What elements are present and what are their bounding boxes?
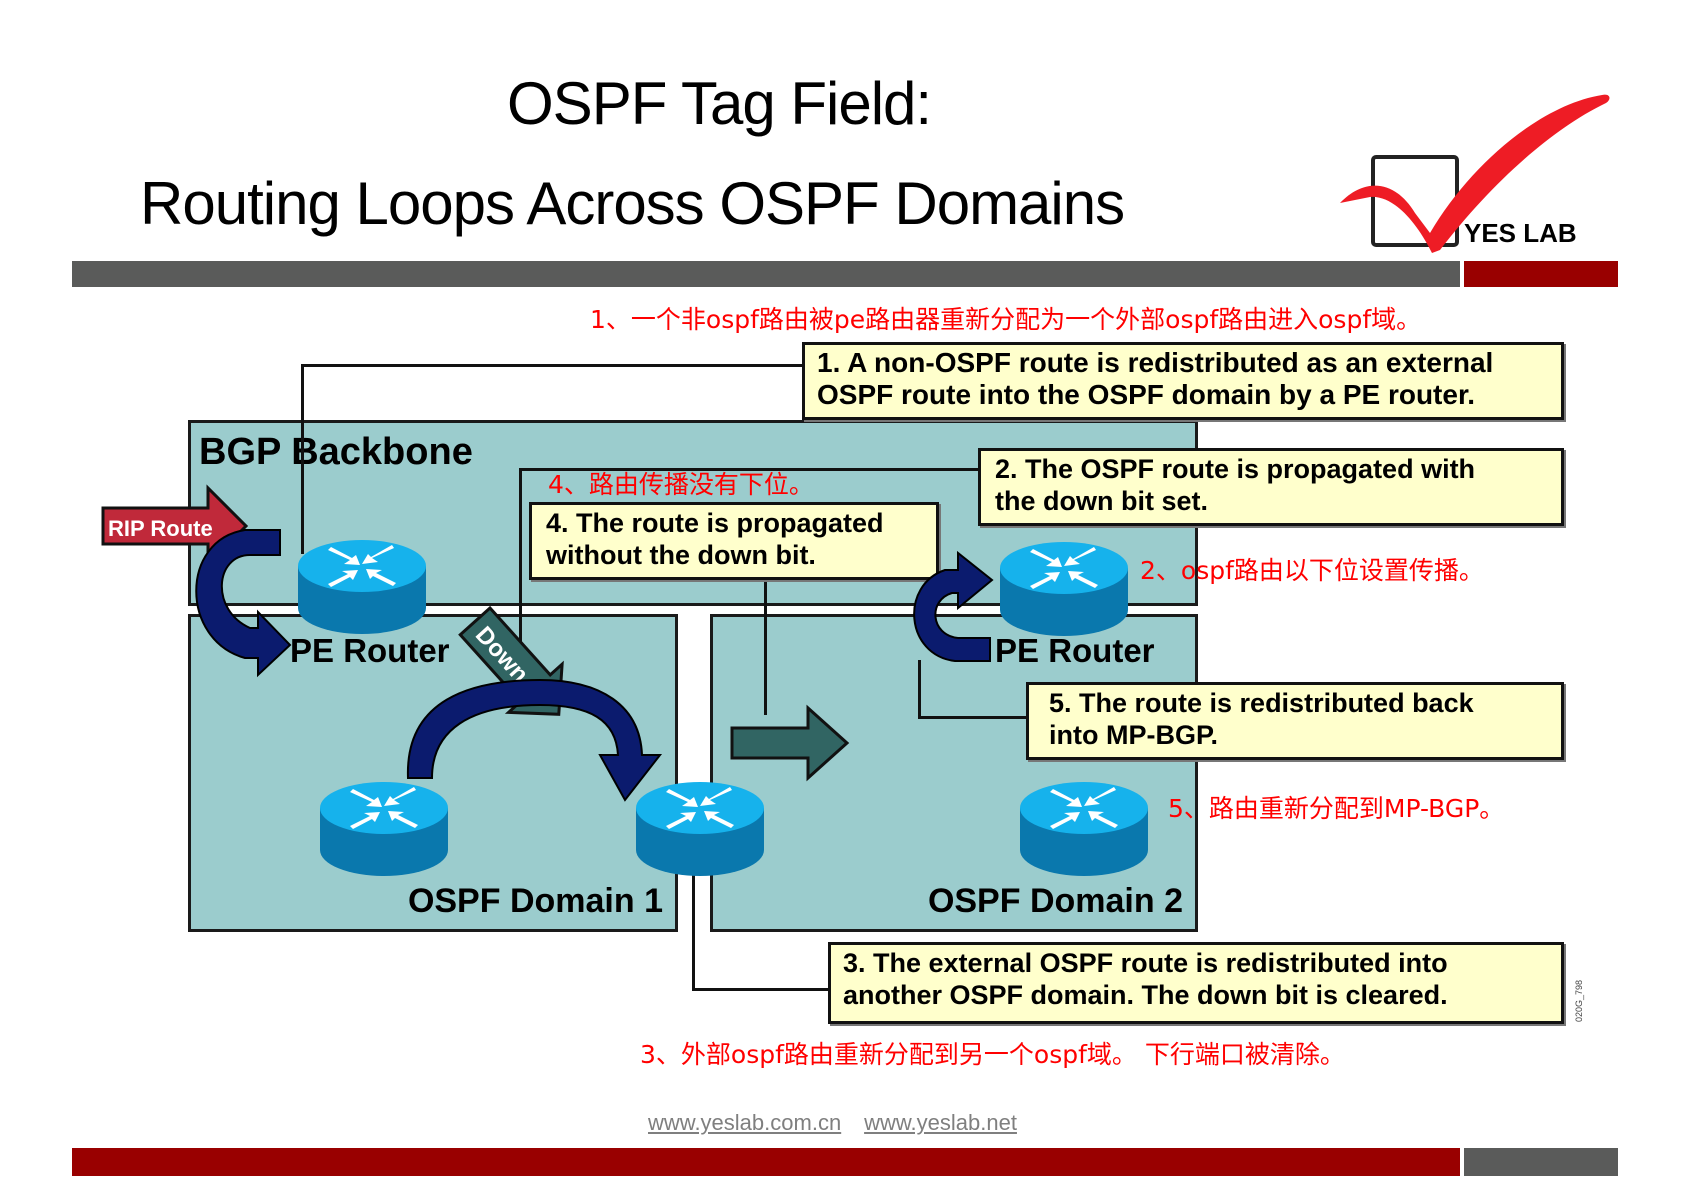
pe-router-left-icon xyxy=(298,540,426,634)
propagate-arrow-domain1-icon xyxy=(406,678,663,802)
footer-link-yeslab-net[interactable]: www.yeslab.net xyxy=(864,1110,1017,1135)
cross-domain-arrow-icon xyxy=(730,704,850,782)
pe-router-right-label: PE Router xyxy=(995,632,1155,669)
footer-link-yeslab-com-cn[interactable]: www.yeslab.com.cn xyxy=(648,1110,841,1135)
figure-id: 020G_798 xyxy=(1574,980,1584,1022)
redistribute-arrow-left-icon xyxy=(195,529,292,678)
router-domain2-icon xyxy=(1020,782,1148,876)
redistribute-arrow-right-icon xyxy=(913,550,994,662)
footer-divider-gray xyxy=(1464,1148,1618,1176)
pe-router-right-icon xyxy=(1000,542,1128,636)
router-domain1-a-icon xyxy=(320,782,448,876)
diagram-graphics: RIP Route Down 020G_798 xyxy=(101,484,1584,1022)
rip-route-label: RIP Route xyxy=(108,516,213,541)
router-domain1-b-icon xyxy=(636,782,764,876)
footer-links: www.yeslab.com.cn www.yeslab.net xyxy=(648,1110,1017,1136)
footer-divider-red xyxy=(72,1148,1460,1176)
pe-router-left-label: PE Router xyxy=(290,632,450,669)
